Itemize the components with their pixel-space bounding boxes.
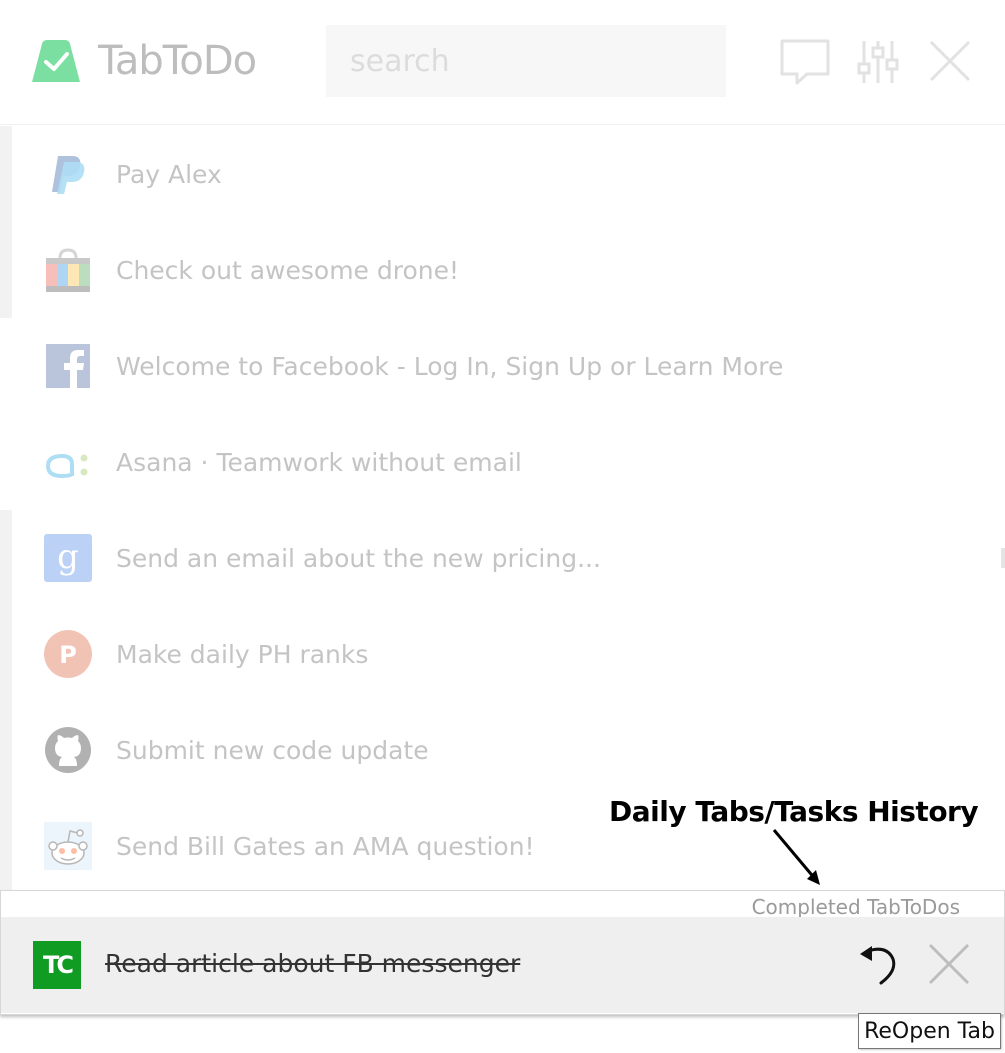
logo-check-icon [32,40,80,82]
svg-text:g: g [57,537,79,577]
github-icon [44,726,92,774]
chat-icon[interactable] [779,38,831,86]
tab-title: Pay Alex [116,159,222,189]
reopen-tooltip: ReOpen Tab [858,1013,1001,1049]
remove-completed-icon[interactable] [924,939,974,989]
annotation-arrow-icon [772,829,820,885]
search-input[interactable] [326,25,726,97]
history-annotation: Daily Tabs/Tasks History [609,795,979,828]
settings-sliders-icon[interactable] [852,38,904,86]
header: TabToDo [0,0,1005,125]
tab-title: Send Bill Gates an AMA question! [116,831,535,861]
completed-item-title: Read article about FB messenger [105,949,521,978]
list-item[interactable]: Asana · Teamwork without email [0,414,1005,510]
facebook-icon [44,342,92,390]
list-item[interactable]: Check out awesome drone! [0,222,1005,318]
shopping-bag-icon [44,246,92,294]
list-item[interactable]: g Send an email about the new pricing... [0,510,1005,606]
close-icon[interactable] [925,38,977,86]
svg-text:P: P [59,641,77,669]
completed-panel: Completed TabToDos TC Read article about… [0,890,1005,1015]
asana-icon [44,438,92,486]
completed-label: Completed TabToDos [751,895,960,919]
list-item[interactable]: Pay Alex [0,126,1005,222]
google-icon: g [44,534,92,582]
scrollbar[interactable] [1001,548,1005,568]
app-logo: TabToDo [28,38,257,84]
list-item[interactable]: Welcome to Facebook - Log In, Sign Up or… [0,318,1005,414]
tab-title: Asana · Teamwork without email [116,447,522,477]
list-item[interactable]: P Make daily PH ranks [0,606,1005,702]
tab-title: Welcome to Facebook - Log In, Sign Up or… [116,351,784,381]
list-item[interactable]: Submit new code update [0,702,1005,798]
tab-title: Send an email about the new pricing... [116,543,601,573]
producthunt-icon: P [44,630,92,678]
reddit-icon [44,822,92,870]
paypal-icon [44,150,92,198]
completed-item[interactable]: TC Read article about FB messenger [1,917,1004,1013]
tab-list: Pay Alex Check out awesome drone! Welcom… [0,126,1005,894]
reopen-tab-icon[interactable] [853,941,901,989]
techcrunch-icon: TC [33,941,81,989]
tab-title: Make daily PH ranks [116,639,369,669]
tab-title: Submit new code update [116,735,429,765]
tab-title: Check out awesome drone! [116,255,460,285]
app-name: TabToDo [98,38,257,84]
